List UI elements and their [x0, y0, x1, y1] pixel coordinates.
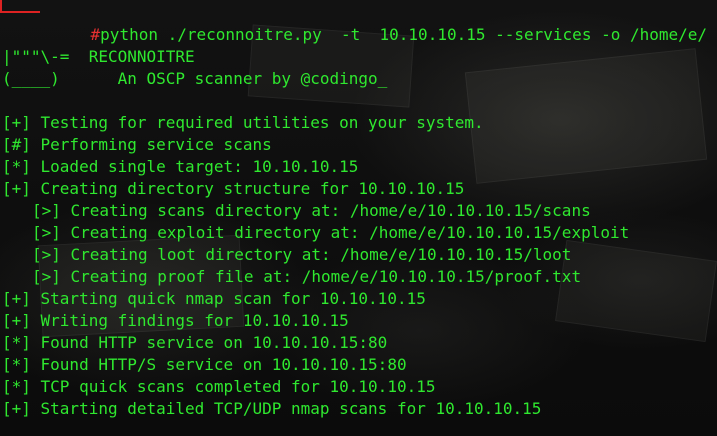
output-line: [>] Creating loot directory at: /home/e/… [32, 245, 572, 264]
command-line[interactable]: #python ./reconnoitre.py -t 10.10.10.15 … [52, 2, 708, 44]
output-line: [*] Loaded single target: 10.10.10.15 [2, 157, 359, 176]
output-line: [*] Found HTTP service on 10.10.10.15:80 [2, 333, 388, 352]
output-line: [+] Creating directory structure for 10.… [2, 179, 465, 198]
banner-title: |"""\-= RECONNOITRE [2, 47, 195, 66]
prompt-decoration [0, 0, 40, 13]
terminal-window[interactable]: #python ./reconnoitre.py -t 10.10.10.15 … [0, 0, 717, 436]
output-line: [>] Creating proof file at: /home/e/10.1… [32, 267, 582, 286]
output-line: [+] Testing for required utilities on yo… [2, 113, 484, 132]
output-line: [+] Starting quick nmap scan for 10.10.1… [2, 289, 426, 308]
output-line: [>] Creating exploit directory at: /home… [32, 223, 630, 242]
banner-subtitle: (____) An OSCP scanner by @codingo_ [2, 69, 388, 88]
output-line: [>] Creating scans directory at: /home/e… [32, 201, 591, 220]
command-text: python ./reconnoitre.py -t 10.10.10.15 -… [100, 25, 708, 44]
output-line: [*] TCP quick scans completed for 10.10.… [2, 377, 436, 396]
output-line: [+] Starting detailed TCP/UDP nmap scans… [2, 399, 542, 418]
prompt-symbol: # [90, 25, 101, 44]
output-line: [*] Found HTTP/S service on 10.10.10.15:… [2, 355, 407, 374]
output-line: [+] Writing findings for 10.10.10.15 [2, 311, 349, 330]
output-line: [#] Performing service scans [2, 135, 272, 154]
